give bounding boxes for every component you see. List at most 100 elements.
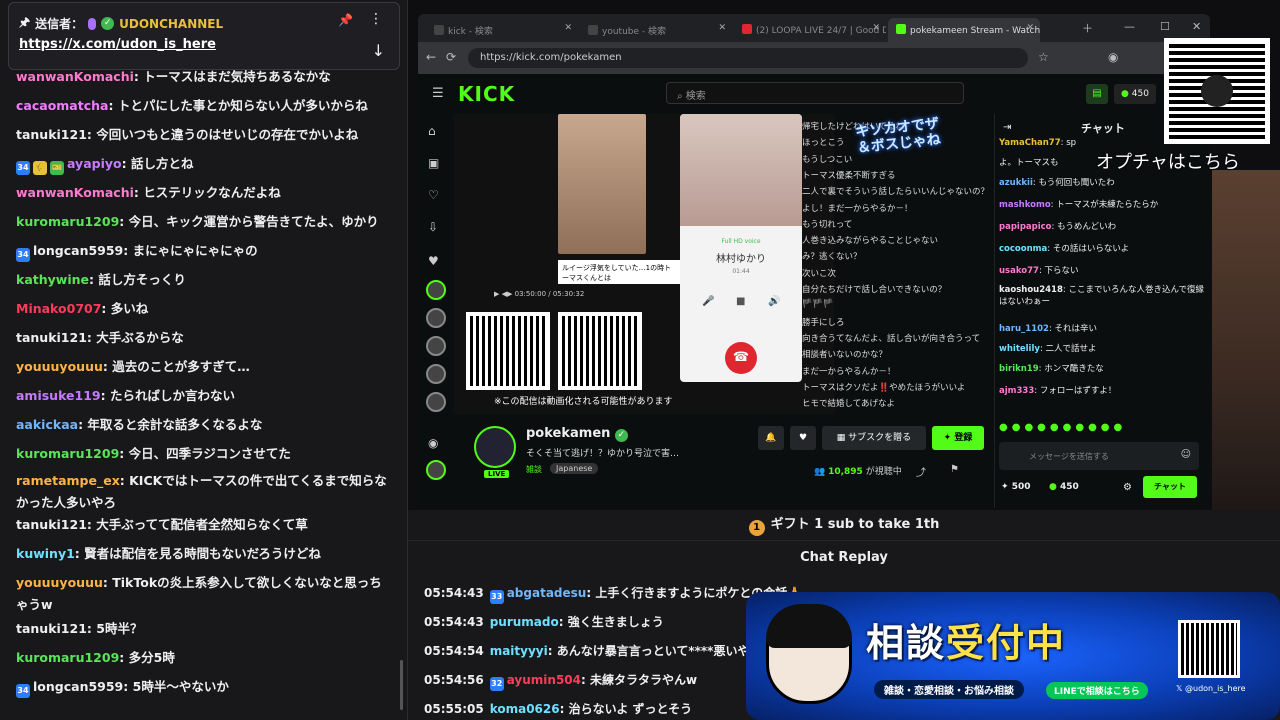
kick-chat-send-button[interactable]: チャット <box>1143 476 1197 498</box>
reload-icon[interactable]: ⟳ <box>446 50 456 64</box>
kick-chat-username[interactable]: whitelily <box>999 344 1040 354</box>
maximize-icon[interactable]: ☐ <box>1160 20 1170 33</box>
streamer-avatar[interactable] <box>474 426 516 468</box>
emote-bar[interactable]: ●●●●●●●●●● <box>999 422 1126 433</box>
url-field[interactable]: https://kick.com/pokekamen <box>468 48 1028 68</box>
share-icon[interactable]: ⤴ <box>916 464 926 479</box>
banner-headline-a: 相談 <box>866 621 947 665</box>
browse-icon[interactable]: ▣ <box>428 156 439 170</box>
stream-language[interactable]: Japanese <box>550 463 599 474</box>
kick-chat-message: whitelily: 二人で話せよ <box>999 344 1097 354</box>
followed-channel-avatar[interactable] <box>426 336 446 356</box>
chat-username[interactable]: kuwiny1 <box>16 546 75 561</box>
home-icon[interactable]: ⌂ <box>428 124 436 138</box>
video-controls[interactable]: ▶ ◀▶ 03:50:00 / 05:30:32 <box>494 290 584 298</box>
chat-username[interactable]: kuromaru1209 <box>16 650 119 665</box>
chat-username[interactable]: cacaomatcha <box>16 98 108 113</box>
profile-icon[interactable]: ◉ <box>1108 50 1118 64</box>
minimize-icon[interactable]: — <box>1124 20 1135 33</box>
followed-channel-avatar[interactable] <box>426 460 446 480</box>
gift-sub-button[interactable]: ▦ サブスクを贈る <box>822 426 926 450</box>
replay-username[interactable]: ayumin504 <box>507 673 581 687</box>
kick-chat-username[interactable]: ajm333 <box>999 386 1034 396</box>
kick-chat-username[interactable]: cocoonma <box>999 244 1047 254</box>
followed-channel-avatar[interactable] <box>426 308 446 328</box>
replay-username[interactable]: purumado <box>490 615 559 629</box>
add-tab-icon[interactable]: ＋ <box>1082 20 1093 36</box>
chat-username[interactable]: youuuyouuu <box>16 359 103 374</box>
chat-username[interactable]: wanwanKomachi <box>16 185 134 200</box>
scrollbar[interactable] <box>400 660 403 710</box>
chat-username[interactable]: longcan5959 <box>33 243 123 258</box>
replay-username[interactable]: abgatadesu <box>507 586 587 600</box>
emoji-icon[interactable]: ☺ <box>1181 449 1191 460</box>
live-icon[interactable]: ◉ <box>428 436 438 450</box>
consultation-banner: 相談受付中 雑談・恋愛相談・お悩み相談 LINEで相談はこちら 𝕏 @udon_… <box>746 592 1280 720</box>
background-person-image <box>1212 170 1280 510</box>
streamer-name[interactable]: pokekamen ✓ <box>526 426 628 442</box>
followed-channel-avatar[interactable] <box>426 280 446 300</box>
back-icon[interactable]: ← <box>426 50 436 64</box>
chat-username[interactable]: tanuki121 <box>16 621 87 636</box>
more-options-icon[interactable]: ⋮ <box>369 11 383 27</box>
kick-chat-username[interactable]: azukkii <box>999 178 1033 188</box>
pinned-message[interactable]: 🖈 送信者： ✓ UDONCHANNEL 📌 ⋮ https://x.com/u… <box>8 2 400 70</box>
download-icon[interactable]: ⇩ <box>428 220 438 234</box>
chat-username[interactable]: kuromaru1209 <box>16 214 119 229</box>
replay-username[interactable]: koma0626 <box>490 702 560 716</box>
chat-username[interactable]: youuuyouuu <box>16 575 103 590</box>
chat-username[interactable]: Minako0707 <box>16 301 101 316</box>
settings-icon[interactable]: ⚙ <box>1123 482 1132 493</box>
kick-chat-username[interactable]: usako77 <box>999 266 1039 276</box>
following-icon[interactable]: ♥ <box>428 254 439 268</box>
close-tab-icon[interactable]: ✕ <box>872 23 880 33</box>
video-chat-line: 勝手にしろ <box>802 317 845 328</box>
chat-username[interactable]: tanuki121 <box>16 517 87 532</box>
replay-message: 05:54:56 32 ayumin504: 未練タラタラやんw <box>424 671 697 691</box>
menu-icon[interactable]: ☰ <box>432 86 444 101</box>
stream-category[interactable]: 雑談 <box>526 464 542 475</box>
star-icon[interactable]: ☆ <box>1038 50 1049 64</box>
bell-icon[interactable]: 🔔 <box>758 426 784 450</box>
kick-logo[interactable]: KICK <box>458 82 515 106</box>
close-tab-icon[interactable]: ✕ <box>564 23 572 33</box>
video-player[interactable]: ルイージ浮気をしていた…1の時トーマスくんとは Full HD voice 林村… <box>454 114 834 414</box>
close-tab-icon[interactable]: ✕ <box>1026 23 1034 33</box>
heart-icon[interactable]: ♡ <box>428 188 439 202</box>
followed-channel-avatar[interactable] <box>426 364 446 384</box>
chat-username[interactable]: rametampe_ex <box>16 473 120 488</box>
chat-username[interactable]: ayapiyo <box>67 156 122 171</box>
chat-username[interactable]: longcan5959 <box>33 679 123 694</box>
close-tab-icon[interactable]: ✕ <box>718 23 726 33</box>
browser-tab[interactable]: (2) LOOPA LIVE 24/7 | Good Dream✕ <box>734 18 886 42</box>
kick-message-input[interactable]: メッセージを送信する ☺ <box>999 442 1199 470</box>
header-points[interactable]: ● 450 <box>1114 84 1156 104</box>
kick-chat-username[interactable]: mashkomo <box>999 200 1051 210</box>
chat-username[interactable]: amisuke119 <box>16 388 101 403</box>
chat-username[interactable]: tanuki121 <box>16 127 87 142</box>
kick-chat-username[interactable]: kaoshou2418 <box>999 285 1063 295</box>
followed-channel-avatar[interactable] <box>426 392 446 412</box>
unpin-icon[interactable]: 📌 <box>338 13 353 27</box>
chat-username[interactable]: kuromaru1209 <box>16 446 119 461</box>
kick-chat-username[interactable]: birikn19 <box>999 364 1039 374</box>
chat-username[interactable]: wanwanKomachi <box>16 69 134 84</box>
browser-tab[interactable]: pokekameen Stream - Watch Live✕ <box>888 18 1040 42</box>
kick-chat-username[interactable]: haru_1102 <box>999 324 1049 334</box>
browser-tab[interactable]: youtube - 検索 ✕ <box>580 18 732 42</box>
replay-username[interactable]: maityyyi <box>490 644 548 658</box>
kick-search-input[interactable]: ⌕ 検索 <box>666 82 964 104</box>
chat-username[interactable]: aakickaa <box>16 417 78 432</box>
browser-tab[interactable]: kick - 検索 ✕ <box>426 18 578 42</box>
chat-username[interactable]: tanuki121 <box>16 330 87 345</box>
report-icon[interactable]: ⚑ <box>950 464 959 475</box>
subscribe-button[interactable]: ✦ 登録 <box>932 426 984 450</box>
kick-chat-username[interactable]: papipapico <box>999 222 1052 232</box>
stream-icon[interactable]: ▤ <box>1086 84 1108 104</box>
kick-chat-username[interactable]: YamaChan77 <box>999 138 1061 148</box>
close-window-icon[interactable]: ✕ <box>1192 20 1201 33</box>
heart-button[interactable]: ♥ <box>790 426 816 450</box>
pinned-link[interactable]: https://x.com/udon_is_here <box>19 37 216 52</box>
expand-down-icon[interactable]: ↓ <box>372 41 385 60</box>
chat-username[interactable]: kathywine <box>16 272 89 287</box>
